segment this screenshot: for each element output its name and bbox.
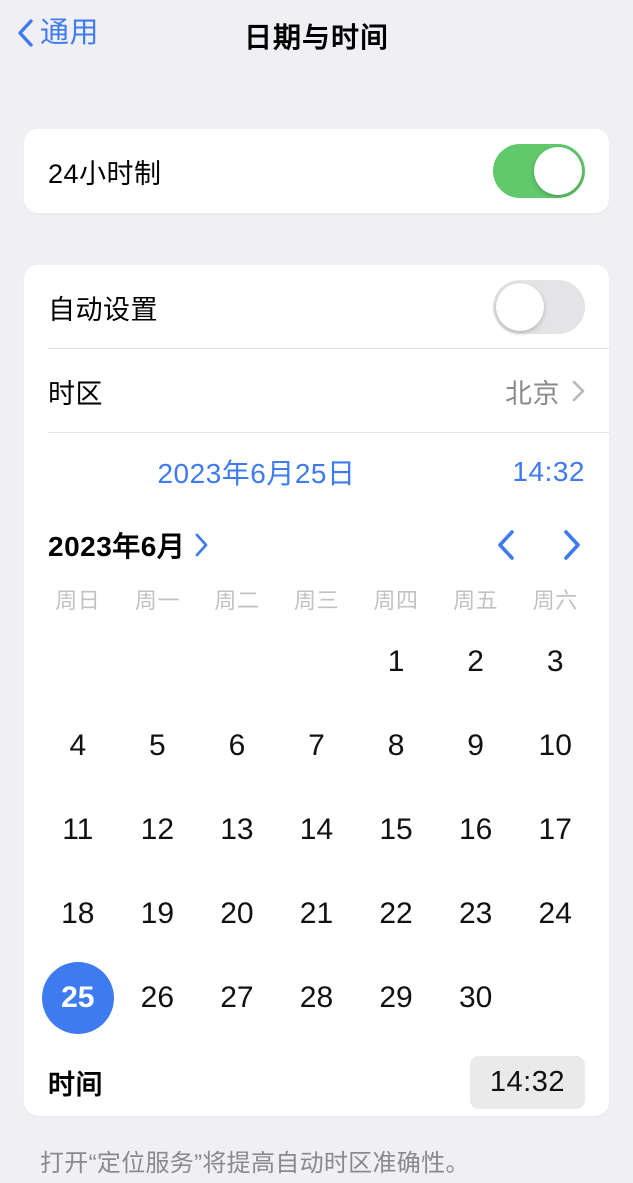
time-zone-value: 北京 xyxy=(505,378,560,409)
calendar-week-row: 4 5 6 7 8 9 10 xyxy=(24,709,609,783)
weekday-label: 周三 xyxy=(293,588,339,613)
calendar-day-17[interactable]: 17 xyxy=(515,793,595,867)
toggle-24-hour-format[interactable] xyxy=(493,144,585,198)
calendar-day-18[interactable]: 18 xyxy=(38,877,118,951)
calendar-day-30[interactable]: 30 xyxy=(436,961,516,1035)
footer-note: 打开“定位服务”将提高自动时区准确性。 xyxy=(40,1150,470,1177)
calendar-day-6[interactable]: 6 xyxy=(197,709,277,783)
calendar-day-24[interactable]: 24 xyxy=(515,877,595,951)
row-label-time-zone: 时区 xyxy=(48,378,103,409)
row-label-time: 时间 xyxy=(48,1069,103,1100)
weekday-label: 周日 xyxy=(55,588,101,613)
row-time: 时间 14:32 xyxy=(24,1039,609,1116)
calendar-day-4[interactable]: 4 xyxy=(38,709,118,783)
selected-time-button[interactable]: 14:32 xyxy=(512,456,585,488)
calendar-week-row: 25 26 27 28 29 30 xyxy=(24,961,609,1035)
calendar-day-7[interactable]: 7 xyxy=(277,709,357,783)
time-zone-value-group: 北京 xyxy=(505,372,585,411)
calendar-day-empty xyxy=(38,625,118,699)
row-label-auto-set: 自动设置 xyxy=(48,294,158,325)
calendar-day-21[interactable]: 21 xyxy=(277,877,357,951)
chevron-right-icon xyxy=(572,380,585,402)
calendar-month-label: 2023年6月 xyxy=(48,531,186,562)
calendar-day-empty xyxy=(515,961,595,1035)
calendar-day-selected: 25 xyxy=(41,962,114,1034)
weekday-label: 周二 xyxy=(214,588,260,613)
calendar-day-27[interactable]: 27 xyxy=(197,961,277,1035)
calendar-day-empty xyxy=(118,625,198,699)
calendar-next-month-button[interactable] xyxy=(559,528,585,562)
calendar-week-row: 18 19 20 21 22 23 24 xyxy=(24,877,609,951)
calendar-day-8[interactable]: 8 xyxy=(356,709,436,783)
row-auto-set[interactable]: 自动设置 xyxy=(24,265,609,349)
chevron-right-icon xyxy=(195,533,208,557)
calendar-day-19[interactable]: 19 xyxy=(118,877,198,951)
calendar-day-empty xyxy=(197,625,277,699)
calendar-day-23[interactable]: 23 xyxy=(436,877,516,951)
calendar-day-20[interactable]: 20 xyxy=(197,877,277,951)
weekday-label: 周五 xyxy=(453,588,499,613)
row-label-24-hour: 24小时制 xyxy=(48,158,162,189)
calendar-month-button[interactable]: 2023年6月 xyxy=(48,525,208,565)
navigation-bar: 通用 日期与时间 xyxy=(0,0,633,78)
date-time-card: 自动设置 时区 北京 2023年6月25日 14:32 2023年6月 周日 周… xyxy=(24,265,609,1116)
calendar-day-14[interactable]: 14 xyxy=(277,793,357,867)
hour-format-card: 24小时制 xyxy=(24,129,609,213)
calendar-day-12[interactable]: 12 xyxy=(118,793,198,867)
calendar-day-29[interactable]: 29 xyxy=(356,961,436,1035)
toggle-knob xyxy=(496,283,544,331)
calendar-day-9[interactable]: 9 xyxy=(436,709,516,783)
weekday-label: 周一 xyxy=(134,588,180,613)
calendar-day-22[interactable]: 22 xyxy=(356,877,436,951)
calendar-week-row: 123 xyxy=(24,625,609,699)
calendar-nav-group xyxy=(493,528,585,562)
calendar-day-15[interactable]: 15 xyxy=(356,793,436,867)
calendar-day-28[interactable]: 28 xyxy=(277,961,357,1035)
row-time-zone[interactable]: 时区 北京 xyxy=(24,349,609,433)
calendar-day-5[interactable]: 5 xyxy=(118,709,198,783)
datetime-display-row: 2023年6月25日 14:32 xyxy=(24,433,609,511)
calendar-day-16[interactable]: 16 xyxy=(436,793,516,867)
page-title: 日期与时间 xyxy=(243,22,389,53)
calendar-day-empty xyxy=(277,625,357,699)
calendar-day-10[interactable]: 10 xyxy=(515,709,595,783)
calendar-day-11[interactable]: 11 xyxy=(38,793,118,867)
calendar-week-row: 11 12 13 14 15 16 17 xyxy=(24,793,609,867)
calendar-grid: 1 2 3 4 5 6 7 8 9 10 11 12 13 14 15 16 17 18 19 20 21 22 23 24 2… xyxy=(24,625,609,1035)
calendar-day-13[interactable]: 13 xyxy=(197,793,277,867)
date-time-settings-screen: 通用 日期与时间 24小时制 自动设置 时区 北京 2023年6月25日 14:… xyxy=(0,0,633,1183)
toggle-knob xyxy=(534,147,582,195)
weekday-label: 周六 xyxy=(532,588,578,613)
calendar-weekday-header: 周日 周一 周二 周三 周四 周五 周六 xyxy=(24,583,609,615)
calendar-day-25[interactable]: 25 xyxy=(38,961,118,1035)
weekday-label: 周四 xyxy=(373,588,419,613)
calendar-day-26[interactable]: 26 xyxy=(118,961,198,1035)
row-24-hour-format[interactable]: 24小时制 xyxy=(24,129,609,213)
calendar-prev-month-button[interactable] xyxy=(493,528,519,562)
calendar-day-3[interactable]: 3 xyxy=(515,625,595,699)
calendar-day-2[interactable]: 2 xyxy=(436,625,516,699)
toggle-auto-set[interactable] xyxy=(493,280,585,334)
calendar-day-1[interactable]: 1 xyxy=(356,625,436,699)
time-value-field[interactable]: 14:32 xyxy=(469,1055,585,1109)
calendar-header: 2023年6月 xyxy=(24,511,609,579)
